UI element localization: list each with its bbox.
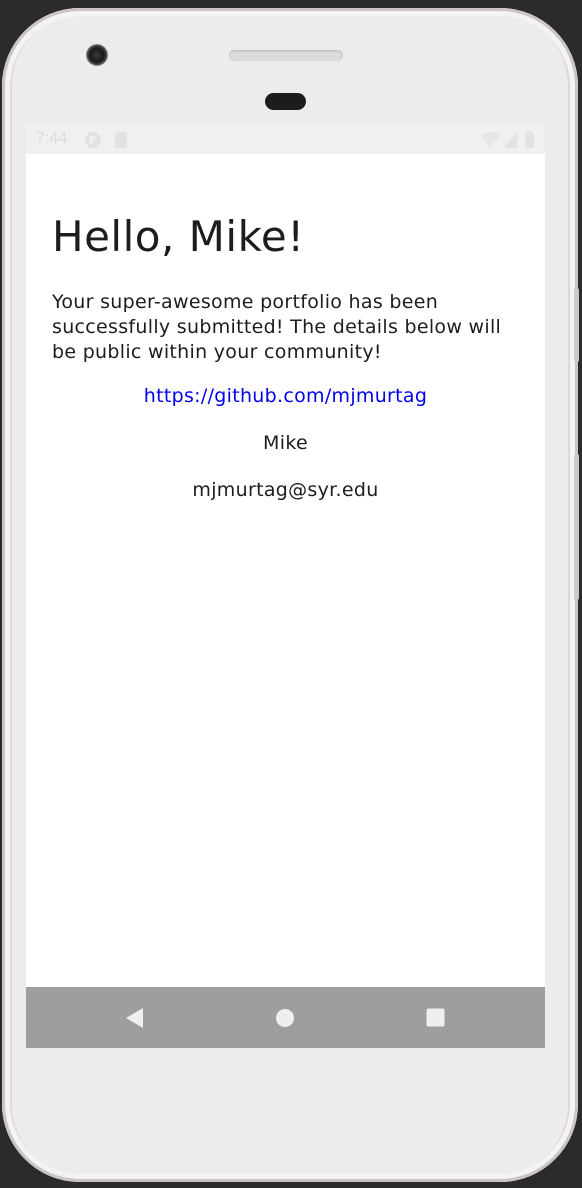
proximity-sensor [265, 93, 306, 110]
device-screen: 7:44 Hello, Mike! Your super-awesome por… [26, 125, 545, 1048]
back-icon [126, 1007, 143, 1028]
recents-button[interactable] [405, 987, 465, 1048]
portfolio-link[interactable]: https://github.com/mjmurtag [144, 385, 427, 407]
user-email: mjmurtag@syr.edu [192, 479, 379, 501]
sd-card-icon [114, 131, 128, 154]
wifi-icon [480, 131, 500, 154]
home-icon [276, 1008, 294, 1027]
power-button [574, 288, 579, 362]
status-time: 7:44 [36, 130, 68, 147]
home-button[interactable] [255, 987, 315, 1048]
battery-icon [524, 131, 535, 154]
recents-icon [426, 1008, 444, 1027]
back-button[interactable] [105, 987, 165, 1048]
navigation-bar [26, 987, 545, 1048]
volume-button [574, 454, 579, 600]
confirmation-page: Hello, Mike! Your super-awesome portfoli… [26, 154, 545, 987]
notification-app-icon [84, 131, 102, 154]
page-title: Hello, Mike! [52, 212, 305, 261]
user-name: Mike [263, 432, 308, 454]
portfolio-link-row: https://github.com/mjmurtag [26, 385, 545, 407]
earpiece-speaker [229, 50, 343, 61]
submission-message: Your super-awesome portfolio has been su… [52, 291, 502, 363]
cell-signal-icon [502, 131, 518, 154]
front-camera [86, 44, 108, 66]
status-bar: 7:44 [26, 125, 545, 154]
